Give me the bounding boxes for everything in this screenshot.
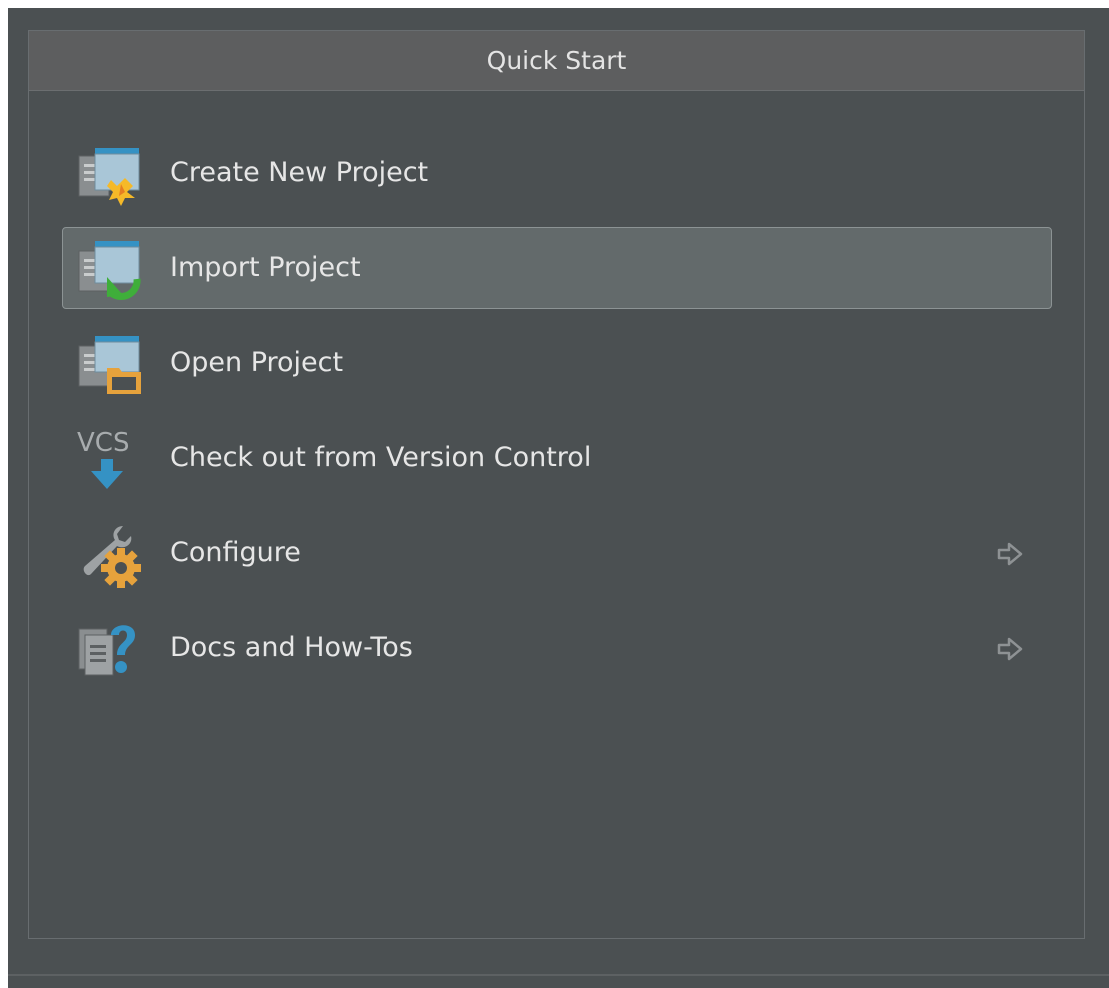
docs-icon [77,617,143,683]
configure-icon [77,522,143,588]
vcs-icon-text: VCS [77,428,129,458]
import-project-action[interactable]: Import Project [62,227,1052,309]
import-project-icon [77,237,143,303]
open-project-action[interactable]: Open Project [62,322,1052,404]
configure-label: Configure [170,537,301,568]
open-project-label: Open Project [170,347,344,378]
panel-header: Quick Start [29,31,1084,91]
create-new-project-icon [77,142,143,208]
vcs-checkout-action[interactable]: VCS Check out from Version Control [62,417,1052,499]
submenu-arrow-icon [995,634,1025,664]
panel-title: Quick Start [486,46,627,75]
vcs-checkout-label: Check out from Version Control [170,442,592,473]
submenu-arrow-icon [995,539,1025,569]
welcome-window: Quick Start Create New Project Import Pr… [8,8,1109,988]
import-project-label: Import Project [170,252,361,283]
docs-action[interactable]: Docs and How-Tos [62,607,1052,689]
quick-start-panel: Quick Start Create New Project Import Pr… [28,30,1085,939]
docs-label: Docs and How-Tos [170,632,413,663]
create-new-project-action[interactable]: Create New Project [62,132,1052,214]
vcs-checkout-icon: VCS [77,427,143,493]
configure-action[interactable]: Configure [62,512,1052,594]
open-project-icon [77,332,143,398]
create-new-project-label: Create New Project [170,157,429,188]
